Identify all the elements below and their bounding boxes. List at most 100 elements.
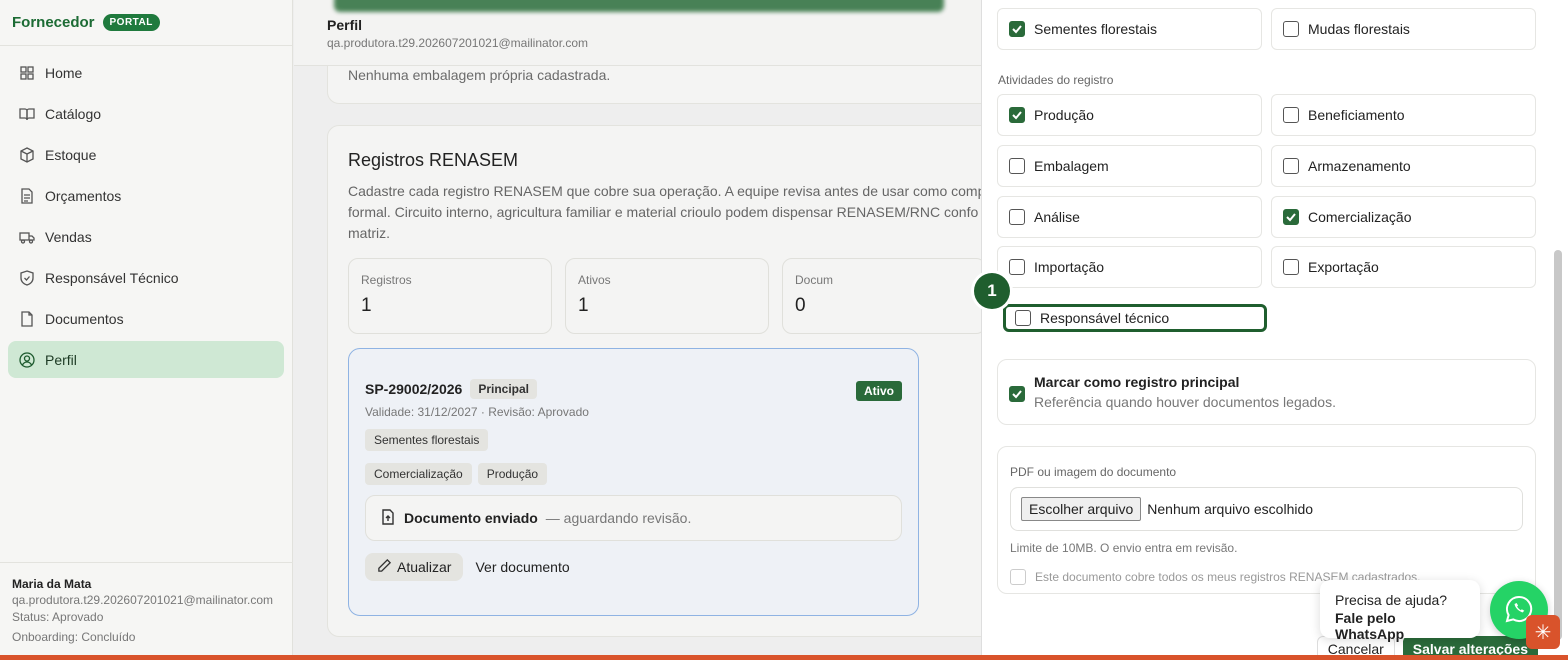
help-bubble[interactable]: Precisa de ajuda? Fale pelo WhatsApp: [1320, 580, 1480, 642]
checkbox-unchecked-icon[interactable]: [1009, 209, 1025, 225]
sidebar-item-vendas[interactable]: Vendas: [8, 218, 284, 255]
file-input[interactable]: Escolher arquivo Nenhum arquivo escolhid…: [1010, 487, 1523, 531]
page-email: qa.produtora.t29.202607201021@mailinator…: [327, 36, 589, 50]
stat-card: Registros 1: [348, 258, 552, 334]
upload-section: PDF ou imagem do documento Escolher arqu…: [997, 446, 1536, 594]
stat-value: 0: [795, 295, 806, 316]
checkbox-checked-icon[interactable]: [1283, 209, 1299, 225]
book-icon: [19, 106, 35, 122]
help-question: Precisa de ajuda?: [1335, 592, 1448, 608]
checkbox-mudas-florestais[interactable]: Mudas florestais: [1271, 8, 1536, 50]
file-upload-icon: [380, 508, 396, 528]
portal-badge: PORTAL: [102, 14, 160, 31]
sidebar-item-label: Home: [45, 64, 83, 81]
sidebar-item-label: Perfil: [45, 351, 77, 368]
sidebar-item-home[interactable]: Home: [8, 54, 284, 91]
sidebar: Fornecedor PORTAL Home Catálogo Estoque …: [0, 0, 293, 660]
sparkle-icon[interactable]: ✳: [1526, 615, 1560, 649]
update-label: Atualizar: [397, 559, 452, 575]
bottom-accent-line: [0, 655, 1568, 660]
help-action: Fale pelo WhatsApp: [1335, 610, 1405, 642]
checkbox-label: Análise: [1034, 209, 1080, 225]
checkbox-unchecked-icon[interactable]: [1283, 259, 1299, 275]
checkbox-label: Beneficiamento: [1308, 107, 1405, 123]
page-title: Perfil: [327, 17, 363, 33]
user-name: Maria da Mata: [12, 577, 92, 591]
tag: Produção: [477, 463, 548, 485]
checkbox-checked-icon[interactable]: [1009, 107, 1025, 123]
sidebar-item-orcamentos[interactable]: Orçamentos: [8, 177, 284, 214]
record-head: SP-29002/2026 Principal: [365, 379, 902, 399]
drawer-scrollbar[interactable]: [1554, 250, 1562, 640]
stat-label: Ativos: [578, 273, 611, 287]
stat-value: 1: [578, 295, 589, 316]
stat-value: 1: [361, 295, 372, 316]
choose-file-button[interactable]: Escolher arquivo: [1021, 497, 1142, 521]
checkbox-armazenamento[interactable]: Armazenamento: [1271, 145, 1536, 187]
document-status-title: Documento enviado: [404, 510, 538, 526]
checkbox-label: Importação: [1034, 259, 1105, 275]
sidebar-item-perfil[interactable]: Perfil: [8, 341, 284, 378]
renasem-title: Registros RENASEM: [348, 150, 519, 170]
checkbox-sementes-florestais[interactable]: Sementes florestais: [997, 8, 1262, 50]
checkbox-label: Produção: [1034, 107, 1094, 123]
checkbox-unchecked-icon[interactable]: [1015, 310, 1031, 326]
user-status: Status: Aprovado: [12, 610, 104, 624]
checkbox-label: Exportação: [1308, 259, 1379, 275]
shield-icon: [19, 269, 35, 286]
principal-subtitle: Referência quando houver documentos lega…: [1034, 394, 1336, 410]
renasem-desc-line-1: Cadastre cada registro RENASEM que cobre…: [348, 183, 984, 199]
renasem-desc-line-2: formal. Circuito interno, agricultura fa…: [348, 204, 979, 220]
checkbox-unchecked-icon[interactable]: [1009, 259, 1025, 275]
step-marker: 1: [974, 273, 1010, 309]
status-badge: Ativo: [856, 381, 902, 401]
checkbox-label: Comercialização: [1308, 209, 1412, 225]
checkbox-importacao[interactable]: Importação: [997, 246, 1262, 288]
stat-label: Docum: [795, 273, 834, 287]
stat-card: Ativos 1: [565, 258, 769, 334]
checkbox-responsavel-tecnico[interactable]: Responsável técnico: [1003, 304, 1267, 332]
update-button[interactable]: Atualizar: [365, 553, 464, 581]
sidebar-item-estoque[interactable]: Estoque: [8, 136, 284, 173]
toast-blur: [334, 0, 944, 12]
renasem-record-card[interactable]: SP-29002/2026 Principal Ativo Validade: …: [348, 348, 919, 616]
brand-name: Fornecedor: [12, 14, 95, 31]
record-actions: Atualizar Ver documento: [365, 553, 902, 581]
checkbox-analise[interactable]: Análise: [997, 196, 1262, 238]
tag: Sementes florestais: [365, 429, 489, 451]
upload-hint: Limite de 10MB. O envio entra em revisão…: [1010, 541, 1238, 555]
checkbox-checked-icon[interactable]: [1009, 386, 1025, 402]
record-code: SP-29002/2026: [365, 381, 463, 397]
packaging-empty-text: Nenhuma embalagem própria cadastrada.: [348, 67, 611, 83]
sidebar-item-catalogo[interactable]: Catálogo: [8, 95, 284, 132]
renasem-card: Registros RENASEM Cadastre cada registro…: [327, 125, 984, 637]
page-header: Perfil qa.produtora.t29.202607201021@mai…: [294, 0, 984, 66]
user-circle-icon: [19, 351, 35, 368]
renasem-desc-line-3: matriz.: [348, 225, 390, 241]
checkbox-checked-icon[interactable]: [1009, 21, 1025, 37]
view-document-button[interactable]: Ver documento: [475, 559, 569, 575]
checkbox-exportacao[interactable]: Exportação: [1271, 246, 1536, 288]
checkbox-comercializacao[interactable]: Comercialização: [1271, 196, 1536, 238]
checkbox-unchecked-icon[interactable]: [1283, 107, 1299, 123]
checkbox-disabled-icon[interactable]: [1010, 569, 1026, 585]
checkbox-unchecked-icon[interactable]: [1283, 158, 1299, 174]
record-meta: Validade: 31/12/2027 · Revisão: Aprovado: [365, 405, 589, 419]
checkbox-embalagem[interactable]: Embalagem: [997, 145, 1262, 187]
brand: Fornecedor PORTAL: [0, 0, 292, 46]
user-info: Maria da Mata qa.produtora.t29.202607201…: [0, 562, 293, 660]
checkbox-producao[interactable]: Produção: [997, 94, 1262, 136]
principal-option[interactable]: Marcar como registro principal Referênci…: [997, 359, 1536, 425]
principal-badge: Principal: [470, 379, 537, 399]
tag: Comercialização: [365, 463, 472, 485]
activities-label: Atividades do registro: [998, 73, 1114, 87]
checkbox-unchecked-icon[interactable]: [1009, 158, 1025, 174]
sidebar-item-documentos[interactable]: Documentos: [8, 300, 284, 337]
checkbox-label: Mudas florestais: [1308, 21, 1410, 37]
checkbox-unchecked-icon[interactable]: [1283, 21, 1299, 37]
checkbox-beneficiamento[interactable]: Beneficiamento: [1271, 94, 1536, 136]
sidebar-nav: Home Catálogo Estoque Orçamentos Vendas …: [0, 46, 292, 390]
file-name: Nenhum arquivo escolhido: [1147, 501, 1314, 517]
box-icon: [19, 146, 35, 163]
sidebar-item-responsavel-tecnico[interactable]: Responsável Técnico: [8, 259, 284, 296]
